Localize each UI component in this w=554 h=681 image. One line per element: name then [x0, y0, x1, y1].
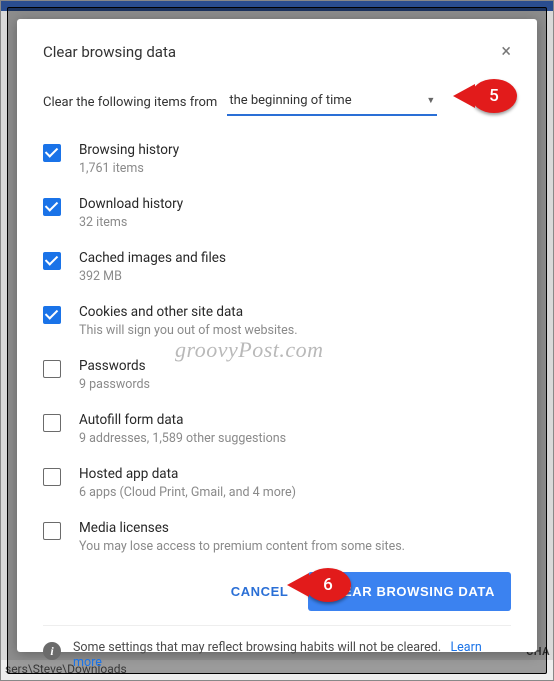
checkbox[interactable] [43, 414, 61, 432]
list-item: Passwords 9 passwords [43, 350, 511, 400]
item-sublabel: 392 MB [79, 269, 226, 284]
item-label: Browsing history [79, 142, 179, 158]
checkbox[interactable] [43, 468, 61, 486]
footer-text: Some settings that may reflect browsing … [73, 640, 441, 655]
checkbox[interactable] [43, 252, 61, 270]
item-label: Passwords [79, 358, 150, 374]
item-sublabel: 6 apps (Cloud Print, Gmail, and 4 more) [79, 485, 296, 500]
item-sublabel: You may lose access to premium content f… [79, 539, 405, 554]
footer-text-wrap: Some settings that may reflect browsing … [73, 640, 511, 670]
checkbox[interactable] [43, 198, 61, 216]
item-label: Hosted app data [79, 466, 296, 482]
dialog-footer: i Some settings that may reflect browsin… [43, 625, 511, 670]
list-item: Cached images and files 392 MB [43, 242, 511, 292]
time-range-row: Clear the following items from the begin… [43, 89, 511, 116]
list-item: Cookies and other site data This will sig… [43, 296, 511, 346]
item-body: Browsing history 1,761 items [79, 142, 179, 176]
list-item: Hosted app data 6 apps (Cloud Print, Gmai… [43, 458, 511, 508]
checkbox[interactable] [43, 306, 61, 324]
checkbox[interactable] [43, 522, 61, 540]
close-icon[interactable]: × [501, 45, 511, 59]
items-list: Browsing history 1,761 items Download hist… [43, 134, 511, 562]
item-label: Download history [79, 196, 183, 212]
item-body: Cookies and other site data This will sig… [79, 304, 298, 338]
item-label: Autofill form data [79, 412, 286, 428]
item-sublabel: 9 addresses, 1,589 other suggestions [79, 431, 286, 446]
item-body: Cached images and files 392 MB [79, 250, 226, 284]
chevron-down-icon: ▼ [426, 95, 435, 106]
checkbox[interactable] [43, 360, 61, 378]
list-item: Download history 32 items [43, 188, 511, 238]
info-icon: i [43, 642, 61, 660]
clear-browsing-data-dialog: Clear browsing data × Clear the followin… [17, 19, 537, 652]
checkbox[interactable] [43, 144, 61, 162]
item-body: Hosted app data 6 apps (Cloud Print, Gmai… [79, 466, 296, 500]
item-label: Cookies and other site data [79, 304, 298, 320]
time-range-label: Clear the following items from [43, 95, 217, 110]
item-sublabel: 1,761 items [79, 161, 179, 176]
item-body: Download history 32 items [79, 196, 183, 230]
annotation-marker-5: 5 [471, 79, 517, 113]
time-range-value: the beginning of time [229, 93, 351, 108]
item-sublabel: 9 passwords [79, 377, 150, 392]
item-body: Media licenses You may lose access to pre… [79, 520, 405, 554]
item-sublabel: This will sign you out of most websites. [79, 323, 298, 338]
list-item: Media licenses You may lose access to pre… [43, 512, 511, 562]
list-item: Autofill form data 9 addresses, 1,589 oth… [43, 404, 511, 454]
annotation-marker-6: 6 [305, 568, 351, 602]
dialog-actions: CANCEL CLEAR BROWSING DATA [43, 562, 511, 611]
item-label: Media licenses [79, 520, 405, 536]
item-body: Autofill form data 9 addresses, 1,589 oth… [79, 412, 286, 446]
time-range-select[interactable]: the beginning of time ▼ [227, 89, 437, 116]
dialog-header: Clear browsing data × [43, 43, 511, 61]
dialog-title: Clear browsing data [43, 43, 176, 61]
item-label: Cached images and files [79, 250, 226, 266]
item-sublabel: 32 items [79, 215, 183, 230]
item-body: Passwords 9 passwords [79, 358, 150, 392]
list-item: Browsing history 1,761 items [43, 134, 511, 184]
